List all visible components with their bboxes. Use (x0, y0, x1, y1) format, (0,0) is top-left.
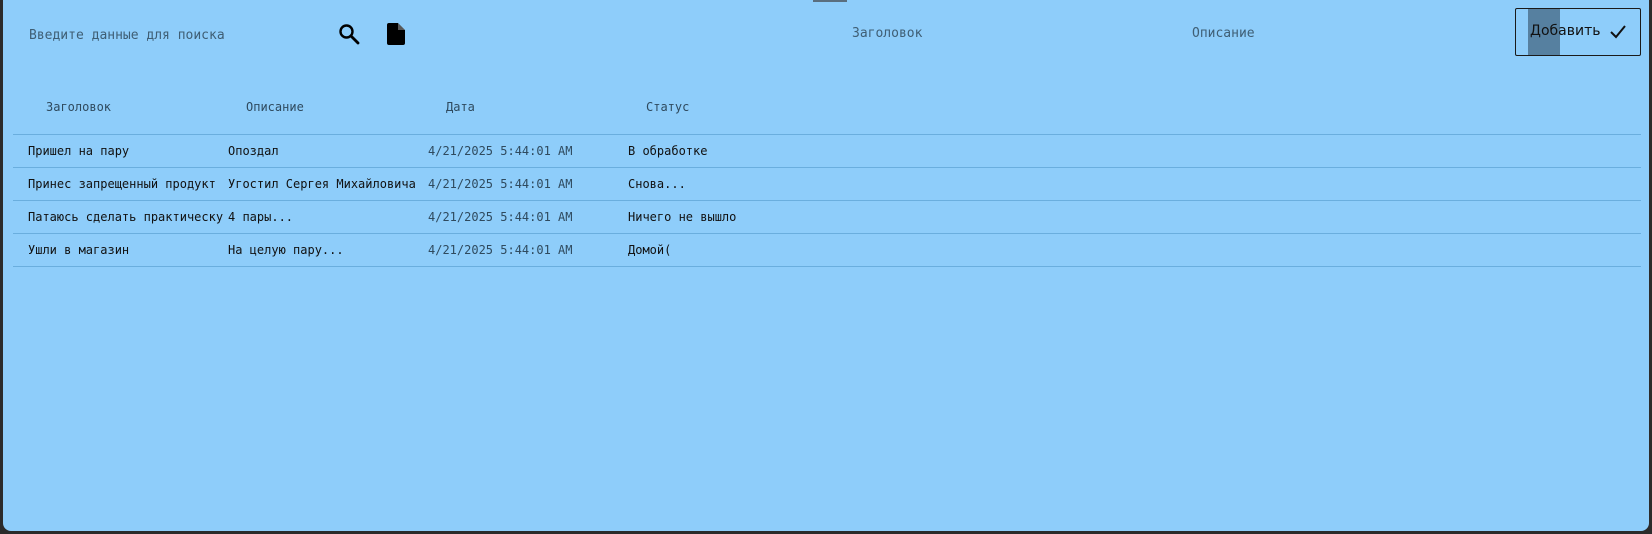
cell-status: Ничего не вышло (628, 210, 737, 224)
column-header-description[interactable]: Описание (246, 100, 304, 114)
cell-date: 4/21/2025 5:44:01 AM (428, 210, 573, 224)
description-field-label[interactable]: Описание (1192, 26, 1255, 41)
cell-date: 4/21/2025 5:44:01 AM (428, 177, 573, 191)
add-button-label: Добавить (1530, 23, 1601, 39)
check-icon (1610, 24, 1626, 43)
file-icon[interactable] (382, 20, 410, 48)
cell-description: На целую пару... (228, 243, 344, 257)
table-row[interactable]: Патаюсь сделать практическую 4 пары... 4… (13, 201, 1641, 234)
column-header-date[interactable]: Дата (446, 100, 475, 114)
window-drag-handle[interactable] (813, 0, 847, 2)
cell-description: Опоздал (228, 144, 279, 158)
cell-description: Угостил Сергея Михайловича (228, 177, 416, 191)
cell-title: Принес запрещенный продукт (28, 177, 216, 191)
search-icon[interactable] (335, 20, 363, 48)
column-header-title[interactable]: Заголовок (46, 100, 111, 114)
title-field-label[interactable]: Заголовок (852, 26, 922, 41)
records-table: Заголовок Описание Дата Статус Пришел на… (13, 86, 1641, 267)
cell-status: Домой( (628, 243, 672, 257)
cell-title: Пришел на пару (28, 144, 130, 158)
cell-status: В обработке (628, 144, 708, 158)
cell-date: 4/21/2025 5:44:01 AM (428, 243, 573, 257)
cell-title: Патаюсь сделать практическую (28, 210, 223, 224)
column-header-status[interactable]: Статус (646, 100, 689, 114)
add-button[interactable]: Добавить (1515, 8, 1641, 56)
table-header: Заголовок Описание Дата Статус (13, 86, 1641, 135)
table-row[interactable]: Принес запрещенный продукт Угостил Серге… (13, 168, 1641, 201)
cell-date: 4/21/2025 5:44:01 AM (428, 144, 573, 158)
cell-description: 4 пары... (228, 210, 294, 224)
table-row[interactable]: Ушли в магазин На целую пару... 4/21/202… (13, 234, 1641, 267)
cell-status: Снова... (628, 177, 686, 191)
search-input[interactable] (27, 20, 331, 50)
cell-title: Ушли в магазин (28, 243, 130, 257)
table-row[interactable]: Пришел на пару Опоздал 4/21/2025 5:44:01… (13, 135, 1641, 168)
app-window: Заголовок Описание Добавить Заголовок Оп… (3, 0, 1649, 531)
